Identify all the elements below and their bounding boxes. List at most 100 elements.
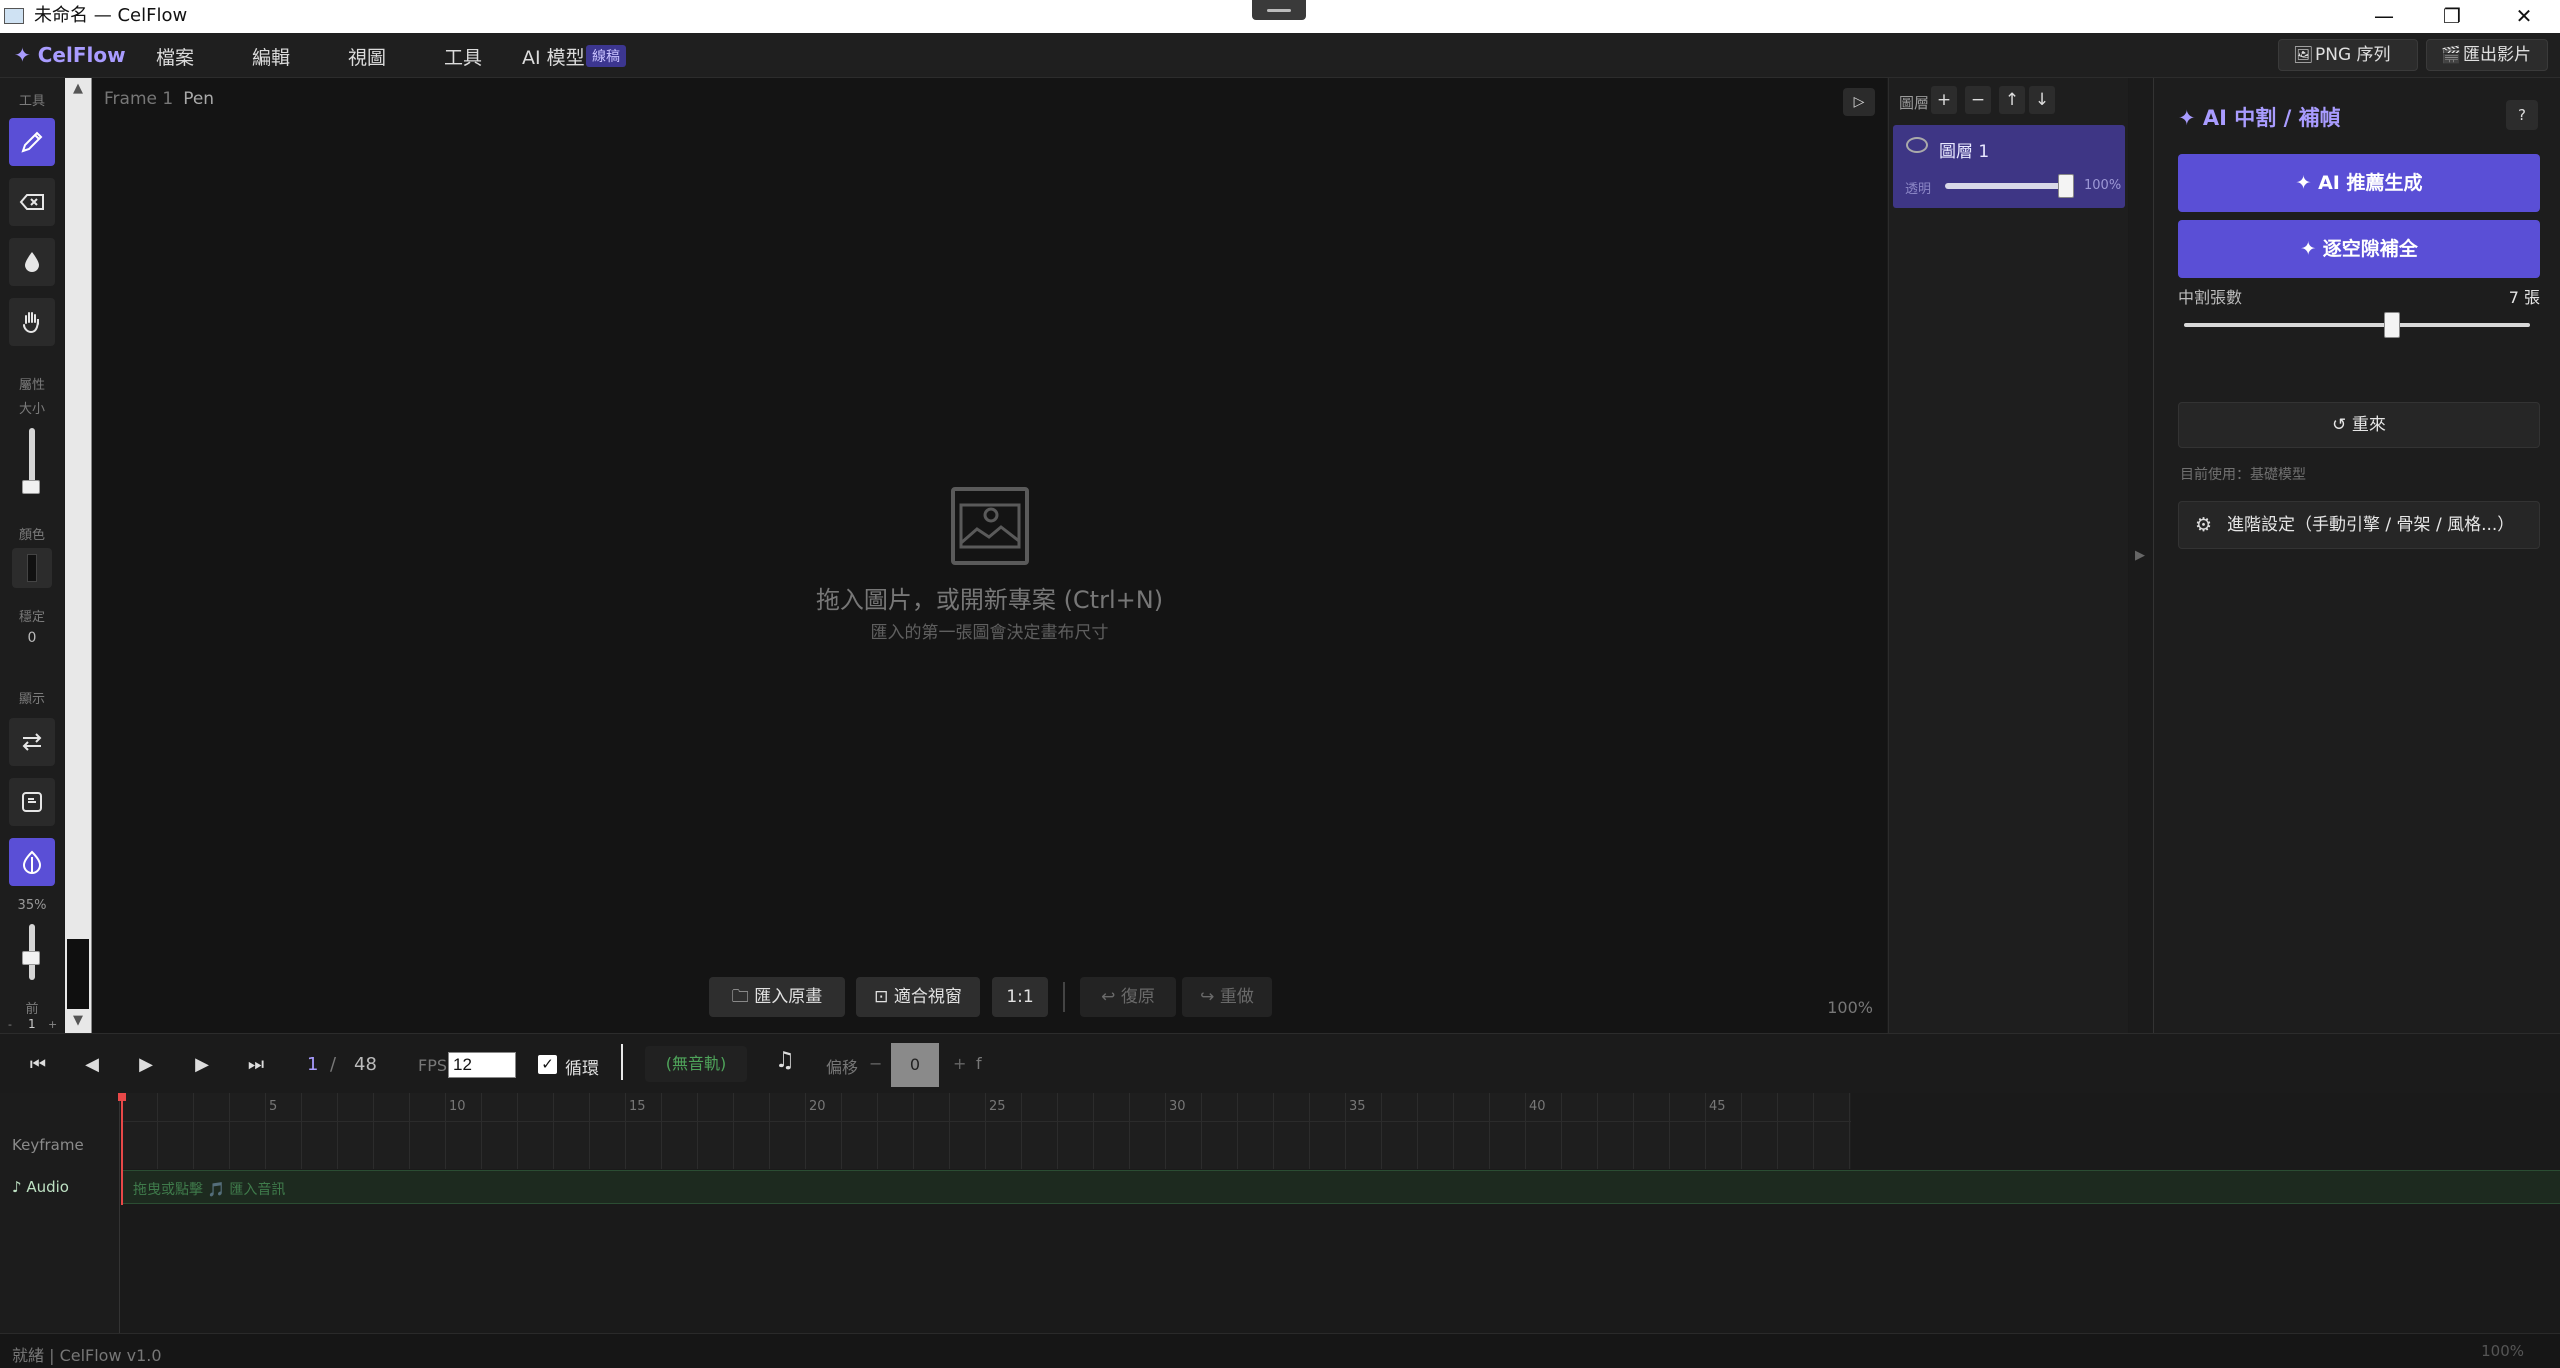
frame-cell-divider	[805, 1093, 806, 1169]
eraser-tool-button[interactable]	[9, 178, 55, 226]
collapse-arrow-icon[interactable]: ▶	[2135, 548, 2145, 563]
layer-item[interactable]: 圖層 1 透明 100%	[1893, 125, 2125, 208]
reference-button[interactable]	[9, 778, 55, 826]
fit-window-button[interactable]: ⊡ 適合視窗	[856, 977, 980, 1017]
ai-generate-button[interactable]: ✦ AI 推薦生成	[2178, 154, 2540, 212]
offset-input[interactable]: 0	[891, 1043, 939, 1087]
frame-cell-divider	[409, 1093, 410, 1169]
export-png-button[interactable]: 🖼 PNG 序列	[2278, 39, 2418, 71]
scroll-down-icon[interactable]: ▼	[65, 1010, 91, 1032]
offset-increment[interactable]: +	[953, 1054, 966, 1073]
keyframe-grid[interactable]: 5 10 15 20 25 30 35 40 45	[121, 1093, 1851, 1169]
remove-layer-button[interactable]: −	[1965, 86, 1991, 114]
hand-tool-button[interactable]	[9, 298, 55, 346]
onion-front-plus[interactable]: +	[48, 1018, 57, 1031]
reset-button[interactable]: ↺ 重來	[2178, 402, 2540, 448]
minimize-button[interactable]: —	[2348, 0, 2420, 33]
prev-frame-button[interactable]: ◀	[78, 1052, 106, 1078]
last-frame-button[interactable]: ⏭	[242, 1052, 270, 1078]
inbetween-count-thumb[interactable]	[2383, 312, 2400, 338]
menu-edit[interactable]: 編輯	[252, 43, 290, 70]
scrollbar-thumb[interactable]	[67, 939, 89, 1009]
skip-end-icon: ⏭	[247, 1054, 265, 1075]
play-button[interactable]: ▶	[132, 1052, 160, 1078]
frame-cell-divider	[985, 1093, 986, 1169]
preview-play-button[interactable]: ▷	[1843, 88, 1875, 116]
playhead[interactable]	[118, 1093, 126, 1205]
frame-cell-divider	[445, 1093, 446, 1169]
frame-cell-divider	[1777, 1093, 1778, 1169]
flip-button[interactable]	[9, 718, 55, 766]
frame-cell-divider	[1633, 1093, 1634, 1169]
export-video-label: 匯出影片	[2463, 45, 2531, 65]
pen-tool-button[interactable]	[9, 118, 55, 166]
toolbar-scrollbar[interactable]: ▲ ▼	[65, 78, 92, 1033]
frame-cell-divider	[265, 1093, 266, 1169]
frame-cell-divider	[1273, 1093, 1274, 1169]
menu-file[interactable]: 檔案	[156, 43, 194, 70]
advanced-settings-button[interactable]: ⚙ 進階設定（手動引擎 / 骨架 / 風格...）	[2178, 501, 2540, 549]
next-frame-button[interactable]: ▶	[188, 1052, 216, 1078]
layer-opacity-slider[interactable]	[1945, 183, 2065, 189]
size-label: 大小	[18, 402, 45, 417]
inbetween-count-slider[interactable]	[2184, 323, 2530, 327]
frame-cell-divider	[1309, 1093, 1310, 1169]
fps-label: FPS	[418, 1056, 448, 1075]
menu-view[interactable]: 視圖	[348, 43, 386, 70]
menu-ai-model[interactable]: AI 模型	[522, 43, 585, 70]
fill-tool-button[interactable]	[9, 238, 55, 286]
scroll-up-icon[interactable]: ▲	[65, 78, 91, 100]
frame-cell-divider	[1705, 1093, 1706, 1169]
maximize-button[interactable]: ❐	[2416, 0, 2488, 33]
help-button[interactable]: ?	[2506, 100, 2538, 130]
fps-input[interactable]: 12	[448, 1052, 516, 1078]
layer-opacity-thumb[interactable]	[2058, 174, 2074, 198]
offset-decrement[interactable]: −	[869, 1054, 882, 1073]
window-grip-handle[interactable]	[1252, 0, 1306, 20]
frame-icon	[22, 792, 42, 812]
first-frame-button[interactable]: ⏮	[24, 1052, 52, 1078]
frame-cell-divider	[553, 1093, 554, 1169]
frame-tick-label: 40	[1529, 1099, 1546, 1114]
offset-unit: f	[976, 1054, 982, 1073]
current-frame[interactable]: 1	[307, 1054, 318, 1075]
frame-cell-divider	[229, 1093, 230, 1169]
canvas-area[interactable]: Frame 1 Pen ▷ 拖入圖片，或開新專案 (Ctrl+N) 匯入的第一張圖…	[92, 78, 1887, 1033]
fit-icon: ⊡	[874, 987, 894, 1007]
frame-cell-divider	[1561, 1093, 1562, 1169]
move-layer-up-button[interactable]: ↑	[1999, 86, 2025, 114]
onion-skin-button[interactable]	[9, 838, 55, 886]
export-video-button[interactable]: 🎬 匯出影片	[2426, 39, 2548, 71]
advanced-settings-label: 進階設定（手動引擎 / 骨架 / 風格...）	[2227, 515, 2515, 535]
menu-tools[interactable]: 工具	[444, 43, 482, 70]
loop-checkbox[interactable]: ✓	[538, 1055, 557, 1074]
audio-track-selector[interactable]: (無音軌)	[645, 1046, 747, 1082]
frame-cell-divider	[1021, 1093, 1022, 1169]
color-swatch-button[interactable]	[12, 548, 52, 588]
status-bar: 就緒 | CelFlow v1.0 100%	[0, 1333, 2560, 1368]
canvas-zoom-label: 100%	[1827, 998, 1873, 1017]
left-toolbar: 工具 屬性 大小 顏色 穩定 0 顯示 35% 前 - 1 +	[0, 78, 64, 1033]
onion-front-label: 前	[25, 1002, 39, 1017]
add-layer-button[interactable]: +	[1931, 86, 1957, 114]
music-note-icon[interactable]: ♫	[775, 1048, 795, 1073]
frame-tick-label: 25	[989, 1099, 1006, 1114]
panel-collapse-strip[interactable]: ▶	[2129, 78, 2154, 1033]
status-text: 就緒 | CelFlow v1.0	[12, 1346, 162, 1365]
audio-track-label: ♪ Audio	[12, 1178, 69, 1196]
onion-front-minus[interactable]: -	[8, 1018, 12, 1031]
frame-cell-divider	[373, 1093, 374, 1169]
size-slider-thumb[interactable]	[22, 480, 40, 494]
undo-button[interactable]: ↩ 復原	[1080, 977, 1176, 1017]
audio-track[interactable]: 拖曳或點擊 🎵 匯入音訊	[121, 1170, 2560, 1204]
onion-opacity-thumb[interactable]	[22, 951, 40, 965]
fill-gaps-button[interactable]: ✦ 逐空隙補全	[2178, 220, 2540, 278]
frame-cell-divider	[1093, 1093, 1094, 1169]
eye-icon[interactable]	[1906, 137, 1928, 153]
close-button[interactable]: ✕	[2488, 0, 2560, 33]
import-artwork-button[interactable]: 🗀 匯入原畫	[709, 977, 845, 1017]
redo-button[interactable]: ↪ 重做	[1182, 977, 1272, 1017]
frame-cell-divider	[1201, 1093, 1202, 1169]
zoom-one-to-one-button[interactable]: 1:1	[992, 977, 1048, 1017]
move-layer-down-button[interactable]: ↓	[2029, 86, 2055, 114]
